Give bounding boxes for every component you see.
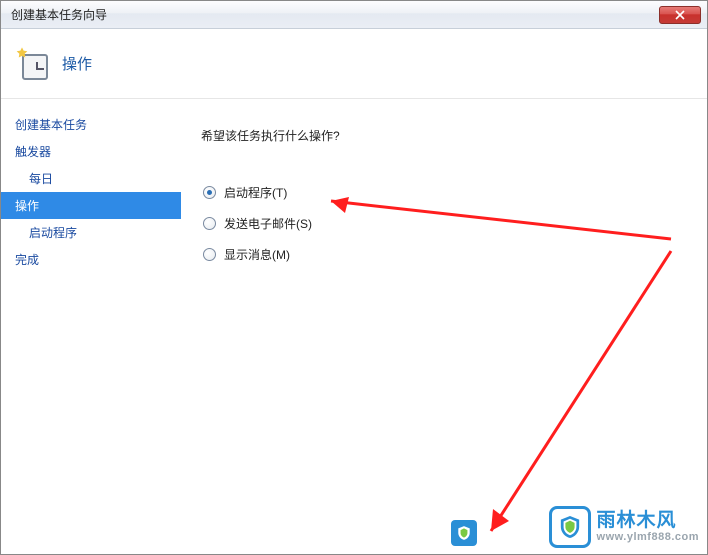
- sidebar-item[interactable]: 每日: [1, 165, 181, 192]
- wizard-content: 希望该任务执行什么操作? 启动程序(T) 发送电子邮件(S) 显示消息(M): [181, 99, 707, 554]
- action-option[interactable]: 启动程序(T): [203, 184, 697, 201]
- sidebar-item[interactable]: 完成: [1, 246, 181, 273]
- watermark-text: 雨林木风 www.ylmf888.com: [597, 511, 699, 544]
- sidebar-item[interactable]: 触发器: [1, 138, 181, 165]
- watermark-url: www.ylmf888.com: [597, 531, 699, 543]
- small-logo-badge: [451, 520, 477, 546]
- radio-label: 显示消息(M): [224, 246, 290, 263]
- wizard-sidebar: 创建基本任务触发器每日操作启动程序完成: [1, 99, 181, 554]
- watermark: 雨林木风 www.ylmf888.com: [549, 506, 699, 548]
- radio-icon: [203, 217, 216, 230]
- wizard-body: 创建基本任务触发器每日操作启动程序完成 希望该任务执行什么操作? 启动程序(T)…: [1, 99, 707, 554]
- action-question: 希望该任务执行什么操作?: [201, 127, 697, 144]
- page-title: 操作: [62, 53, 92, 74]
- window-title: 创建基本任务向导: [11, 6, 107, 23]
- radio-icon: [203, 248, 216, 261]
- watermark-name: 雨林木风: [597, 511, 699, 532]
- radio-label: 启动程序(T): [224, 184, 287, 201]
- watermark-logo: [549, 506, 591, 548]
- action-radio-group: 启动程序(T) 发送电子邮件(S) 显示消息(M): [203, 184, 697, 263]
- star-icon: [14, 46, 30, 62]
- close-icon: [675, 10, 685, 20]
- sidebar-item[interactable]: 启动程序: [1, 219, 181, 246]
- sidebar-item[interactable]: 创建基本任务: [1, 111, 181, 138]
- wizard-header: 操作: [1, 29, 707, 99]
- action-option[interactable]: 发送电子邮件(S): [203, 215, 697, 232]
- shield-icon: [457, 525, 471, 541]
- action-option[interactable]: 显示消息(M): [203, 246, 697, 263]
- shield-icon: [559, 514, 581, 540]
- close-button[interactable]: [659, 6, 701, 24]
- sidebar-item[interactable]: 操作: [1, 192, 181, 219]
- radio-label: 发送电子邮件(S): [224, 215, 312, 232]
- titlebar: 创建基本任务向导: [1, 1, 707, 29]
- schedule-task-icon: [16, 48, 48, 80]
- wizard-window: 创建基本任务向导 操作 创建基本任务触发器每日操作启动程序完成 希望该任务执行什…: [0, 0, 708, 555]
- radio-icon: [203, 186, 216, 199]
